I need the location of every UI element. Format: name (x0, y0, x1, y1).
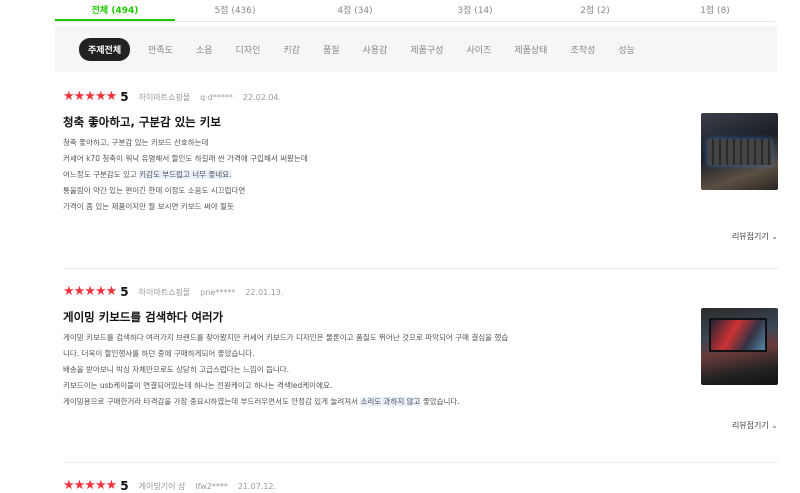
review-meta: ★★★★★ 5 하이마트쇼핑몰 pne***** 22.01.13. (63, 284, 778, 300)
tab-5-stars[interactable]: 5점 (436) (175, 0, 295, 21)
review-date: 21.07.12. (237, 481, 277, 491)
review-user: q·d***** (200, 92, 233, 102)
filter-chip-package[interactable]: 제품구성 (410, 43, 443, 56)
tab-all-ratings[interactable]: 전체 (494) (55, 0, 175, 21)
review-store: 게이밍기어 샵 (138, 481, 186, 491)
review-user: lfw2**** (195, 481, 228, 491)
highlighted-phrase: 소리도 과하지 않고 (360, 397, 421, 406)
review-line: 커세어 k70 청축이 워낙 유명해서 할인도 하길래 싼 가격에 구입해서 써… (63, 154, 308, 163)
filter-chip-size[interactable]: 사이즈 (466, 43, 491, 56)
keyboard-photo-thumbnail[interactable] (701, 113, 778, 190)
review-store: 하이마트쇼핑몰 (138, 287, 191, 297)
tab-2-stars[interactable]: 2점 (2) (535, 0, 655, 21)
review-item: ★★★★★ 5 게이밍기어 샵 lfw2**** 21.07.12. (63, 478, 778, 493)
chevron-down-icon: ⌄ (771, 232, 778, 241)
review-store: 하이마트쇼핑몰 (138, 92, 191, 102)
monitor-keyboard-photo-thumbnail[interactable] (701, 308, 778, 385)
review-line: 배송을 받아보니 박싱 자체만으로도 상당히 고급스럽다는 느낌이 듭니다. (63, 365, 290, 374)
review-score: 5 (120, 479, 129, 493)
review-meta: ★★★★★ 5 하이마트쇼핑몰 q·d***** 22.02.04. (63, 89, 778, 105)
review-title: 게이밍 키보드를 검색하다 여러가 (63, 310, 224, 324)
rating-filter-tabs: 전체 (494) 5점 (436) 4점 (34) 3점 (14) 2점 (2)… (55, 0, 775, 22)
filter-chip-satisfaction[interactable]: 만족도 (148, 43, 173, 56)
topic-filter-bar: 주제전체 만족도 소음 디자인 키감 품질 사용감 제품구성 사이즈 제품상태 … (55, 26, 777, 72)
filter-chip-control[interactable]: 조작성 (570, 43, 595, 56)
review-title: 청축 좋아하고, 구분감 있는 키보 (63, 115, 221, 129)
filter-chip-performance[interactable]: 성능 (618, 43, 635, 56)
review-date: 22.01.13. (245, 287, 284, 297)
filter-chip-key-feel[interactable]: 키감 (283, 43, 300, 56)
filter-chip-quality[interactable]: 품질 (323, 43, 340, 56)
review-divider (63, 268, 778, 269)
star-rating-icon: ★★★★★ (63, 89, 117, 104)
review-date: 22.02.04. (242, 92, 282, 102)
review-user: pne***** (200, 287, 236, 297)
review-body: 게이밍 키보드를 검색하다 여러가지 브랜드를 찾아봤지만 커세어 키보드가 디… (63, 330, 688, 410)
review-item: ★★★★★ 5 하이마트쇼핑몰 q·d***** 22.02.04. 청축 좋아… (63, 89, 778, 259)
filter-chip-noise[interactable]: 소음 (196, 43, 213, 56)
review-line: 가격이 좀 있는 제품이지만 뭘 보시면 키보드 써야 될듯 (63, 202, 234, 211)
tab-4-stars[interactable]: 4점 (34) (295, 0, 415, 21)
review-body: 청축 좋아하고, 구분감 있는 키보드 선호하는데 커세어 k70 청축이 워낙… (63, 135, 688, 215)
review-score: 5 (120, 90, 129, 104)
review-line: 통울림이 약간 있는 편이긴 한데 이정도 소음도 시끄럽다면 (63, 186, 246, 195)
collapse-review-button[interactable]: 리뷰접기기 ⌄ (732, 231, 778, 242)
review-score: 5 (120, 285, 129, 299)
review-item: ★★★★★ 5 하이마트쇼핑몰 pne***** 22.01.13. 게이밍 키… (63, 284, 778, 444)
highlighted-phrase: 키감도 부드럽고 너무 좋네요. (139, 170, 232, 179)
star-rating-icon: ★★★★★ (63, 478, 117, 493)
filter-chip-usability[interactable]: 사용감 (363, 43, 388, 56)
collapse-review-button[interactable]: 리뷰접기기 ⌄ (732, 420, 778, 431)
review-line: 게이밍용으로 구매한거라 타격감을 가장 중요시하였는데 부드러우면서도 안정감… (63, 397, 460, 406)
tab-1-star[interactable]: 1점 (8) (655, 0, 775, 21)
review-divider (63, 462, 778, 463)
review-line: 어느정도 구분감도 있고 키감도 부드럽고 너무 좋네요. (63, 170, 232, 179)
filter-chip-design[interactable]: 디자인 (236, 43, 261, 56)
review-line: 니다. 더욱이 할인행사를 하던 중에 구매하게되어 좋았습니다. (63, 349, 255, 358)
review-meta: ★★★★★ 5 게이밍기어 샵 lfw2**** 21.07.12. (63, 478, 778, 493)
star-rating-icon: ★★★★★ (63, 284, 117, 299)
review-line: 게이밍 키보드를 검색하다 여러가지 브랜드를 찾아봤지만 커세어 키보드가 디… (63, 333, 509, 342)
tab-3-stars[interactable]: 3점 (14) (415, 0, 535, 21)
filter-chip-condition[interactable]: 제품상태 (514, 43, 547, 56)
review-line: 청축 좋아하고, 구분감 있는 키보드 선호하는데 (63, 138, 209, 147)
chevron-down-icon: ⌄ (771, 421, 778, 430)
filter-chip-all-topics[interactable]: 주제전체 (79, 37, 131, 61)
review-line: 키보드이는 usb케이블이 연결되어있는데 하나는 전원케이고 하나는 격색le… (63, 381, 333, 390)
